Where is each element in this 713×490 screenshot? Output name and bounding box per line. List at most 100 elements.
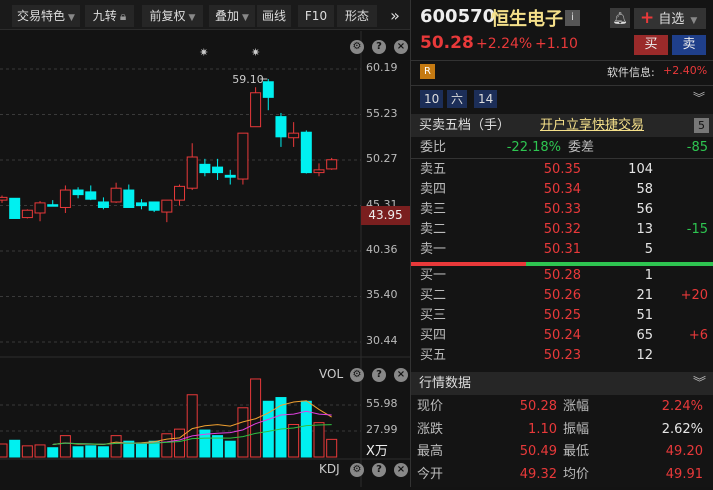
volume-bar bbox=[0, 443, 8, 458]
help-icon[interactable]: ? bbox=[372, 40, 386, 54]
toolbar-button-6[interactable]: 形态 bbox=[337, 5, 377, 27]
level-price: 50.26 bbox=[543, 288, 581, 303]
orderbook-row[interactable]: 卖一 50.31 5 bbox=[411, 240, 713, 260]
info-icon[interactable]: i bbox=[565, 10, 580, 26]
quote-tag[interactable]: 10 bbox=[420, 90, 444, 108]
toolbar-button-7[interactable]: » bbox=[381, 5, 409, 27]
level-label: 买五 bbox=[420, 348, 447, 363]
vol-help-icon[interactable]: ? bbox=[372, 368, 386, 382]
kdj-gear-icon[interactable]: ⚙ bbox=[350, 463, 364, 477]
level-volume: 5 bbox=[644, 242, 653, 257]
vol-tick-label: 55.98 bbox=[366, 397, 398, 410]
market-value: 49.32 bbox=[519, 466, 557, 482]
volume-bar bbox=[72, 446, 84, 458]
candle bbox=[9, 197, 21, 219]
gear-icon[interactable]: ⚙ bbox=[350, 40, 364, 54]
level-volume: 58 bbox=[636, 182, 653, 197]
close-icon[interactable]: × bbox=[394, 40, 408, 54]
toolbar-button-label: 前复权 bbox=[149, 9, 186, 23]
toolbar-button-1[interactable]: 九转 🔒︎ bbox=[85, 5, 134, 27]
candle-body bbox=[72, 189, 84, 196]
expand-chevron-icon[interactable]: ︾ bbox=[693, 89, 705, 106]
candle-body bbox=[212, 166, 224, 174]
caret-down-icon: ▼ bbox=[68, 13, 75, 23]
kline-chart[interactable]: ✷ ✷ 59.10 ⚙? × ⚙? × VOL KDJ ⚙? × 60.19 55.23 50.27 45… bbox=[0, 31, 410, 487]
orderbook-row[interactable]: 买二 50.26 21 +20 bbox=[411, 286, 713, 306]
candle-body bbox=[186, 156, 198, 189]
chart-canvas[interactable]: ✷ ✷ 59.10 bbox=[0, 31, 410, 487]
candle-body bbox=[59, 189, 71, 208]
level-label: 卖一 bbox=[420, 242, 447, 257]
level-volume: 1 bbox=[644, 268, 653, 283]
volume-bar bbox=[186, 394, 198, 458]
price-tick-label: 60.19 bbox=[366, 61, 398, 74]
orderbook-row[interactable]: 买五 50.23 12 bbox=[411, 346, 713, 366]
orderbook-row[interactable]: 买四 50.24 65 +6 bbox=[411, 326, 713, 346]
orderbook-row[interactable]: 卖三 50.33 56 bbox=[411, 200, 713, 220]
candle-body bbox=[47, 204, 59, 207]
open-account-link[interactable]: 开户立享快捷交易 bbox=[540, 114, 644, 137]
collapse-chevron-icon[interactable]: ︾ bbox=[693, 372, 706, 395]
price-tick-label: 50.27 bbox=[366, 152, 398, 166]
volume-bar bbox=[288, 423, 300, 458]
r-badge[interactable]: R bbox=[420, 64, 435, 79]
caret-down-icon: ▼ bbox=[242, 13, 249, 23]
plus-icon: + bbox=[640, 8, 655, 28]
kdj-help-icon[interactable]: ? bbox=[372, 463, 386, 477]
quote-tag[interactable]: 六 bbox=[447, 90, 468, 108]
candle-body bbox=[250, 92, 262, 128]
candle-body bbox=[237, 132, 249, 180]
toolbar-button-label: 九转 bbox=[92, 9, 117, 23]
price-value: 50.28 bbox=[420, 33, 474, 53]
toolbar-button-label: 形态 bbox=[344, 9, 369, 23]
market-data-title: 行情数据 bbox=[419, 376, 472, 391]
buy-button[interactable]: 买 bbox=[634, 35, 668, 55]
toolbar-button-3[interactable]: 叠加 ▼ bbox=[209, 5, 255, 27]
level-price: 50.33 bbox=[543, 202, 581, 217]
levels-badge[interactable]: 5 bbox=[694, 118, 709, 133]
kdj-close-icon[interactable]: × bbox=[394, 463, 408, 477]
vol-gear-icon[interactable]: ⚙ bbox=[350, 368, 364, 382]
event-star-icon[interactable]: ✷ bbox=[251, 46, 260, 59]
orderbook-row[interactable]: 卖五 50.35 104 bbox=[411, 160, 713, 180]
candle-body bbox=[300, 131, 312, 174]
candle bbox=[174, 184, 186, 206]
weicha-label: 委差 bbox=[568, 140, 595, 155]
candle bbox=[313, 163, 325, 177]
quote-panel: 600570 恒生电子 i 🔔︎ + 自选 ▼ 50.28 +2.24% +1.1… bbox=[410, 0, 713, 487]
level-label: 卖二 bbox=[420, 222, 447, 237]
event-star-icon[interactable]: ✷ bbox=[199, 46, 208, 59]
market-data-row: 现价 50.28 涨幅 2.24% bbox=[411, 397, 713, 417]
price-tick-label: 30.44 bbox=[366, 334, 398, 347]
orderbook-row[interactable]: 买一 50.28 1 bbox=[411, 266, 713, 286]
volume-bar bbox=[174, 428, 186, 458]
toolbar-button-5[interactable]: F10 bbox=[298, 5, 334, 27]
market-label: 今开 bbox=[417, 466, 444, 482]
chart-toolbar: 交易特色 ▼ 九转 🔒︎ 前复权 ▼ 叠加 ▼ 画线 F10 形态» bbox=[0, 0, 410, 30]
candle bbox=[59, 185, 71, 213]
toolbar-button-0[interactable]: 交易特色 ▼ bbox=[12, 5, 80, 27]
level-price: 50.23 bbox=[543, 348, 581, 363]
candle bbox=[97, 197, 109, 210]
orderbook-row[interactable]: 卖二 50.32 13 -15 bbox=[411, 220, 713, 240]
bell-icon[interactable]: 🔔︎ bbox=[610, 8, 630, 28]
vol-tick-label: 27.99 bbox=[366, 423, 398, 436]
orderbook-row[interactable]: 卖四 50.34 58 bbox=[411, 180, 713, 200]
level-change: +6 bbox=[688, 328, 708, 343]
candle bbox=[186, 143, 198, 191]
orderbook-row[interactable]: 买三 50.25 51 bbox=[411, 306, 713, 326]
quote-tag[interactable]: 14 bbox=[474, 90, 498, 108]
market-value: 50.28 bbox=[519, 399, 557, 414]
toolbar-button-2[interactable]: 前复权 ▼ bbox=[142, 5, 203, 27]
sell-button[interactable]: 卖 bbox=[672, 35, 706, 55]
volume-bar bbox=[59, 435, 71, 458]
candle-body bbox=[9, 197, 21, 219]
candle bbox=[47, 200, 59, 207]
toolbar-button-4[interactable]: 画线 bbox=[257, 5, 291, 27]
candle bbox=[72, 187, 84, 199]
vol-close-icon[interactable]: × bbox=[394, 368, 408, 382]
add-watchlist-button[interactable]: + 自选 ▼ bbox=[634, 8, 706, 29]
level-label: 买一 bbox=[420, 268, 447, 283]
level-price: 50.35 bbox=[543, 162, 581, 177]
level-volume: 56 bbox=[636, 202, 653, 217]
